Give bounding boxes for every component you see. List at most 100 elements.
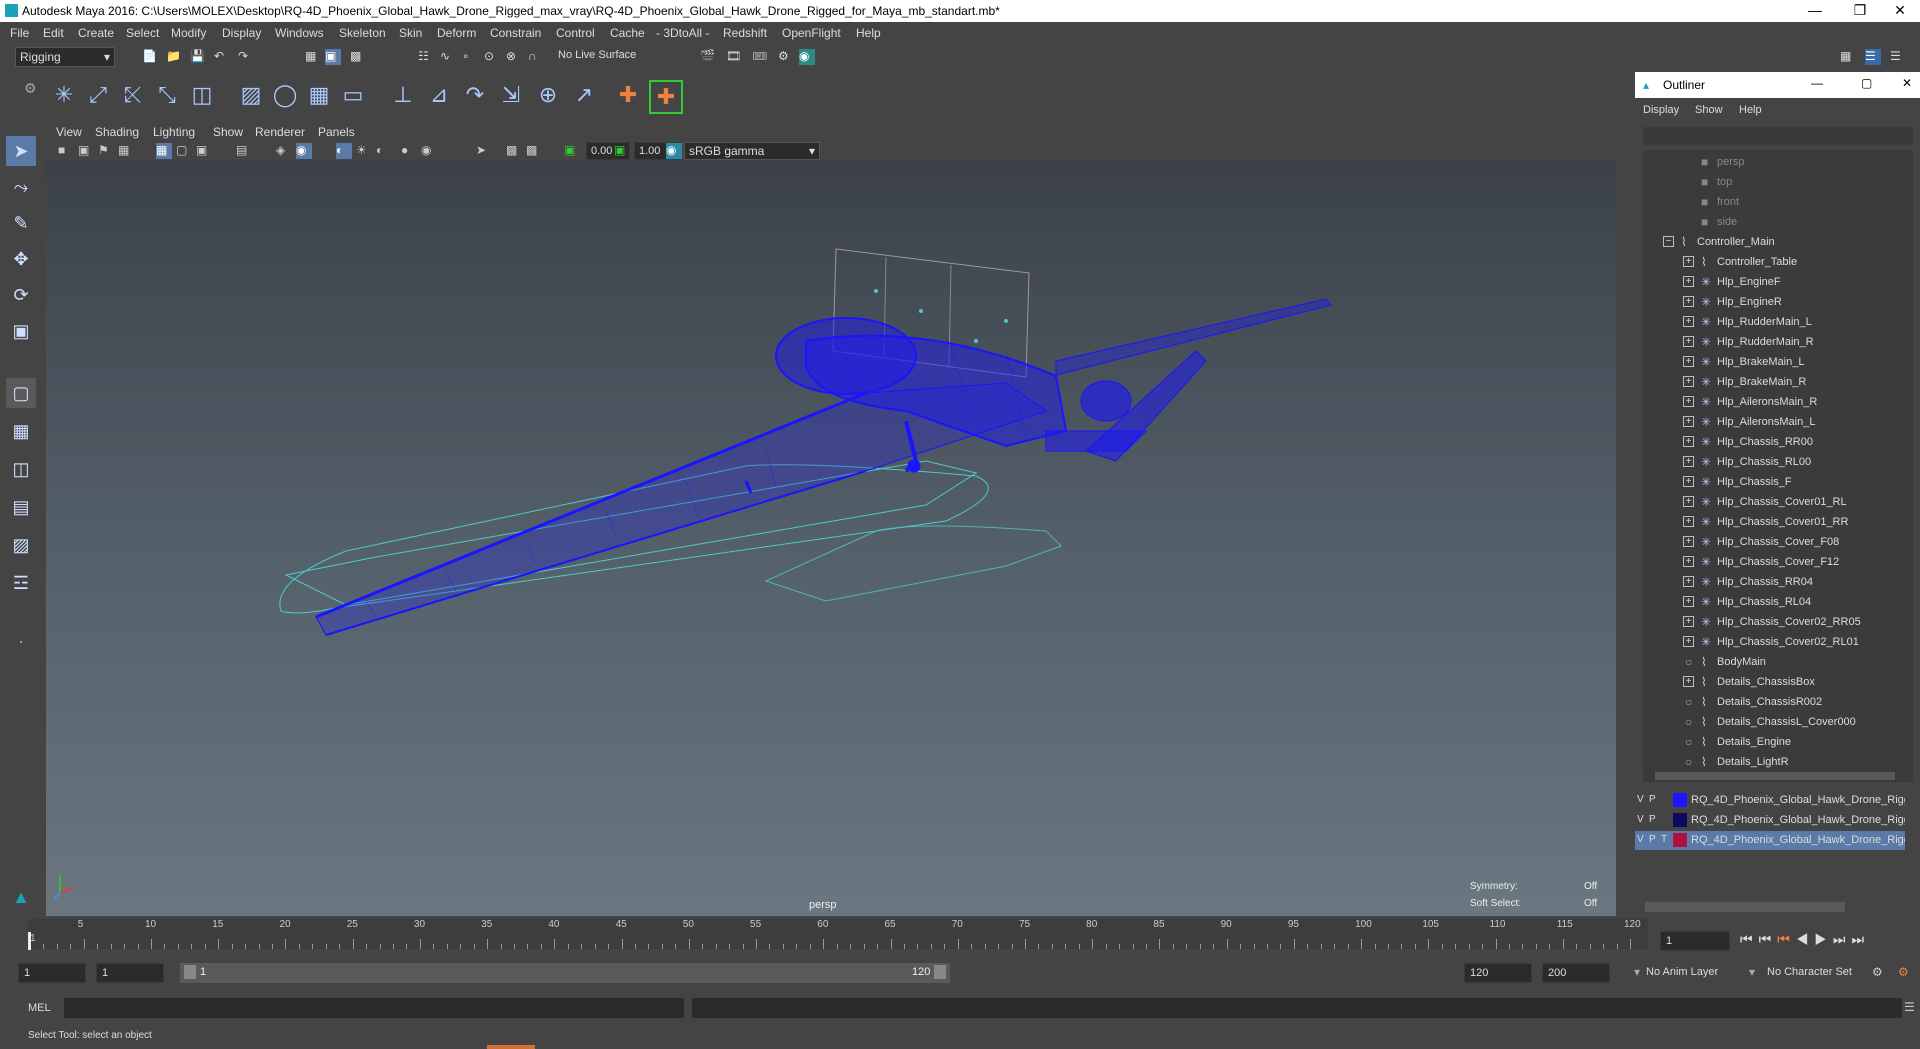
panel-menu-view[interactable]: View — [56, 125, 82, 139]
step-back-key-icon[interactable]: ⏮ — [1759, 931, 1778, 947]
xray-icon[interactable]: ◐ — [336, 143, 352, 159]
shadows-icon[interactable]: ◐ — [376, 143, 392, 159]
expand-icon[interactable]: + — [1683, 396, 1694, 407]
layout-options-icon[interactable]: ☲ — [6, 568, 36, 598]
menu-3dtoall[interactable]: - 3DtoAll - — [656, 26, 709, 40]
outliner-item[interactable]: ○ ⌇ Details_Engine — [1643, 732, 1913, 752]
end-time-field[interactable]: 200 — [1542, 963, 1610, 983]
step-forward-key-icon[interactable]: ⏭ — [1833, 931, 1852, 947]
pole-vector-icon[interactable]: ↗ — [569, 80, 599, 110]
cluster-icon[interactable]: ▭ — [338, 80, 368, 110]
outliner-item[interactable]: + ✳ Hlp_BrakeMain_L — [1643, 352, 1913, 372]
persp-outliner-layout-icon[interactable]: ◫ — [6, 454, 36, 484]
auto-key-icon[interactable]: ⚙ — [1872, 965, 1888, 981]
color-management-icon[interactable]: ◉ — [666, 143, 682, 159]
playback-start-field[interactable]: 1 — [96, 963, 164, 983]
single-perspective-layout-icon[interactable]: ▢ — [6, 378, 36, 408]
range-bar[interactable]: 1 120 — [180, 963, 950, 983]
outliner-item[interactable]: ○ ⌇ Details_ChassisR002 — [1643, 692, 1913, 712]
menu-skeleton[interactable]: Skeleton — [339, 26, 386, 40]
anim-layer-dropdown[interactable]: ▾ No Anim Layer — [1630, 963, 1758, 983]
outliner-item[interactable]: ○ ⌇ BodyMain — [1643, 652, 1913, 672]
exposure-icon[interactable]: ▣ — [564, 143, 580, 159]
snap-point-icon[interactable]: ∘ — [462, 49, 478, 65]
outliner-item[interactable]: + ✳ Hlp_BrakeMain_R — [1643, 372, 1913, 392]
expand-icon[interactable]: + — [1683, 616, 1694, 627]
menu-display[interactable]: Display — [222, 26, 261, 40]
menu-openflight[interactable]: OpenFlight — [782, 26, 841, 40]
outliner-item[interactable]: + ✳ Hlp_Chassis_Cover01_RR — [1643, 512, 1913, 532]
expand-icon[interactable]: + — [1683, 636, 1694, 647]
ipr-render-icon[interactable]: 🎟 — [752, 49, 768, 65]
layer-v-toggle[interactable]: V — [1637, 794, 1644, 805]
outliner-item[interactable]: + ✳ Hlp_Chassis_Cover02_RR05 — [1643, 612, 1913, 632]
menu-windows[interactable]: Windows — [275, 26, 324, 40]
shelf-options-icon[interactable]: ⚙ — [24, 80, 37, 97]
rotate-tool-icon[interactable]: ⟳ — [6, 280, 36, 310]
xray-active-icon[interactable]: ▩ — [526, 143, 542, 159]
play-forward-icon[interactable]: ▶ — [1814, 931, 1833, 947]
menu-set-dropdown[interactable]: Rigging ▾ — [15, 47, 115, 67]
viewport-persp[interactable]: persp Symmetry: Off Soft Select: Off — [46, 161, 1616, 916]
layer-color-swatch[interactable] — [1673, 813, 1687, 827]
menu-create[interactable]: Create — [78, 26, 114, 40]
tool-settings-icon[interactable]: ☰ — [1890, 49, 1906, 65]
playback-controls[interactable]: ⏮⏮⏮◀▶⏭⏭ — [1740, 931, 1870, 948]
restore-button[interactable]: ❐ — [1840, 0, 1880, 22]
color-space-dropdown[interactable]: sRGB gamma ▾ — [684, 142, 820, 160]
orient-constraint-icon[interactable]: ↷ — [460, 80, 490, 110]
paint-select-tool-icon[interactable]: ✎ — [6, 208, 36, 238]
script-language-label[interactable]: MEL — [28, 1002, 51, 1014]
minimize-button[interactable]: — — [1795, 0, 1835, 22]
go-to-start-icon[interactable]: ⏮ — [1740, 931, 1759, 947]
expand-icon[interactable]: + — [1683, 556, 1694, 567]
gamma-icon[interactable]: ▣ — [614, 143, 630, 159]
display-layer-row[interactable]: V P T RQ_4D_Phoenix_Global_Hawk_Drone_Rigg — [1635, 831, 1905, 850]
outliner-item[interactable]: + ✳ Hlp_AileronsMain_R — [1643, 392, 1913, 412]
range-end-handle[interactable] — [934, 965, 946, 979]
menu-redshift[interactable]: Redshift — [723, 26, 767, 40]
outliner-item[interactable]: + ✳ Hlp_Chassis_RL04 — [1643, 592, 1913, 612]
camera-select-icon[interactable]: ▣ — [78, 143, 94, 159]
outliner-item[interactable]: + ✳ Hlp_Chassis_Cover02_RL01 — [1643, 632, 1913, 652]
expand-icon[interactable]: + — [1683, 276, 1694, 287]
lattice-icon[interactable]: ▦ — [304, 80, 334, 110]
outliner-item[interactable]: ■ persp — [1643, 152, 1913, 172]
menu-constrain[interactable]: Constrain — [490, 26, 541, 40]
live-surface-field[interactable]: No Live Surface — [558, 49, 636, 61]
display-layer-row[interactable]: V P RQ_4D_Phoenix_Global_Hawk_Drone_Rigg — [1635, 791, 1905, 810]
xray-joints-icon[interactable]: ▩ — [506, 143, 522, 159]
menu-help[interactable]: Help — [856, 26, 881, 40]
outliner-item[interactable]: + ✳ Hlp_RudderMain_L — [1643, 312, 1913, 332]
snap-curve-icon[interactable]: ∿ — [440, 49, 456, 65]
expand-icon[interactable]: + — [1683, 476, 1694, 487]
redo-icon[interactable]: ↷ — [238, 49, 254, 65]
resolution-gate-icon[interactable]: ▣ — [196, 143, 212, 159]
select-tool-icon[interactable]: ➤ — [6, 136, 36, 166]
locator-icon[interactable]: ✚ — [613, 80, 643, 110]
outliner-item[interactable]: + ✳ Hlp_Chassis_Cover01_RL — [1643, 492, 1913, 512]
layer-scrollbar[interactable] — [1645, 902, 1845, 912]
four-view-layout-icon[interactable]: ▦ — [6, 416, 36, 446]
time-slider[interactable]: 1 5 10 15 20 25 30 35 40 45 50 55 60 65 70 75 80 85 90 95 10… — [0, 917, 1920, 955]
expand-icon[interactable]: + — [1683, 416, 1694, 427]
undo-icon[interactable]: ↶ — [214, 49, 230, 65]
close-button[interactable]: ✕ — [1880, 0, 1920, 22]
scale-constraint-icon[interactable]: ⇲ — [496, 80, 526, 110]
persp-graph-layout-icon[interactable]: ▤ — [6, 492, 36, 522]
isolate-select-icon[interactable]: ➤ — [476, 143, 492, 159]
render-settings-icon[interactable]: ⚙ — [778, 49, 794, 65]
character-set-dropdown[interactable]: ▾ No Character Set — [1745, 963, 1885, 983]
current-frame-field[interactable]: 1 — [1660, 931, 1730, 951]
safe-action-icon[interactable]: ▤ — [236, 143, 252, 159]
layer-v-toggle[interactable]: V — [1637, 834, 1644, 845]
smooth-bind-icon[interactable]: ◯ — [270, 80, 300, 110]
expand-icon[interactable]: + — [1683, 356, 1694, 367]
outliner-menu-help[interactable]: Help — [1739, 104, 1762, 116]
expand-icon[interactable]: + — [1683, 576, 1694, 587]
ik-spline-icon[interactable]: ⤪ — [118, 80, 148, 110]
layer-v-toggle[interactable]: V — [1637, 814, 1644, 825]
collapse-icon[interactable]: − — [1663, 236, 1674, 247]
render-view-icon[interactable]: 🎬 — [700, 49, 716, 65]
layer-t-toggle[interactable]: T — [1661, 834, 1667, 845]
